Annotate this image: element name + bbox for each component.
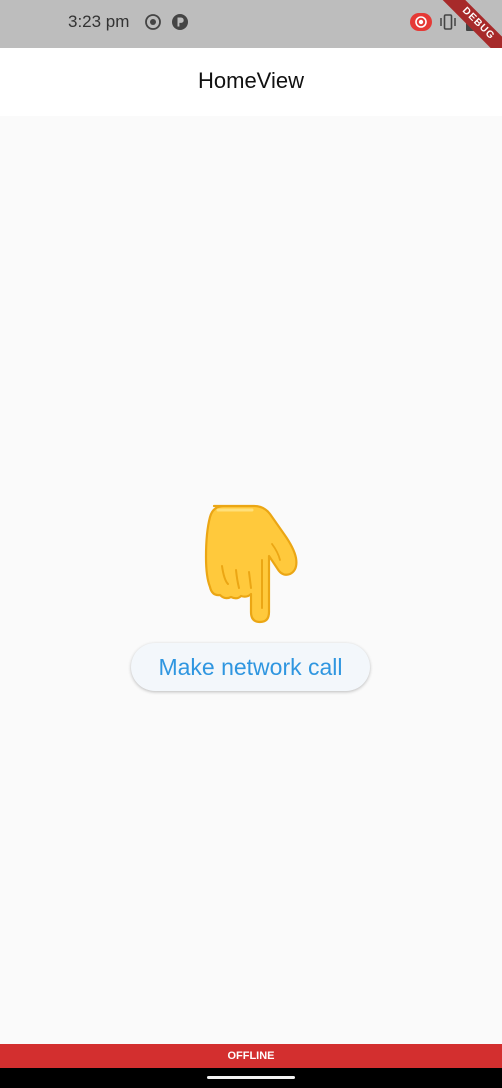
- make-network-call-button[interactable]: Make network call: [131, 643, 370, 691]
- screen: 3:23 pm DEBUG HomeView Make network call…: [0, 0, 502, 1088]
- screen-record-icon: [410, 13, 432, 31]
- status-bar: 3:23 pm: [0, 0, 502, 48]
- page-title: HomeView: [198, 68, 304, 93]
- record-icon: [144, 13, 162, 31]
- offline-status-bar: OFFLINE: [0, 1044, 502, 1068]
- pointing-down-hand-icon: [200, 500, 300, 625]
- status-time: 3:23 pm: [68, 12, 130, 31]
- system-navigation-bar: [0, 1068, 502, 1088]
- home-indicator[interactable]: [207, 1076, 295, 1079]
- app-notification-icon: [171, 13, 189, 31]
- app-bar: HomeView: [0, 48, 502, 116]
